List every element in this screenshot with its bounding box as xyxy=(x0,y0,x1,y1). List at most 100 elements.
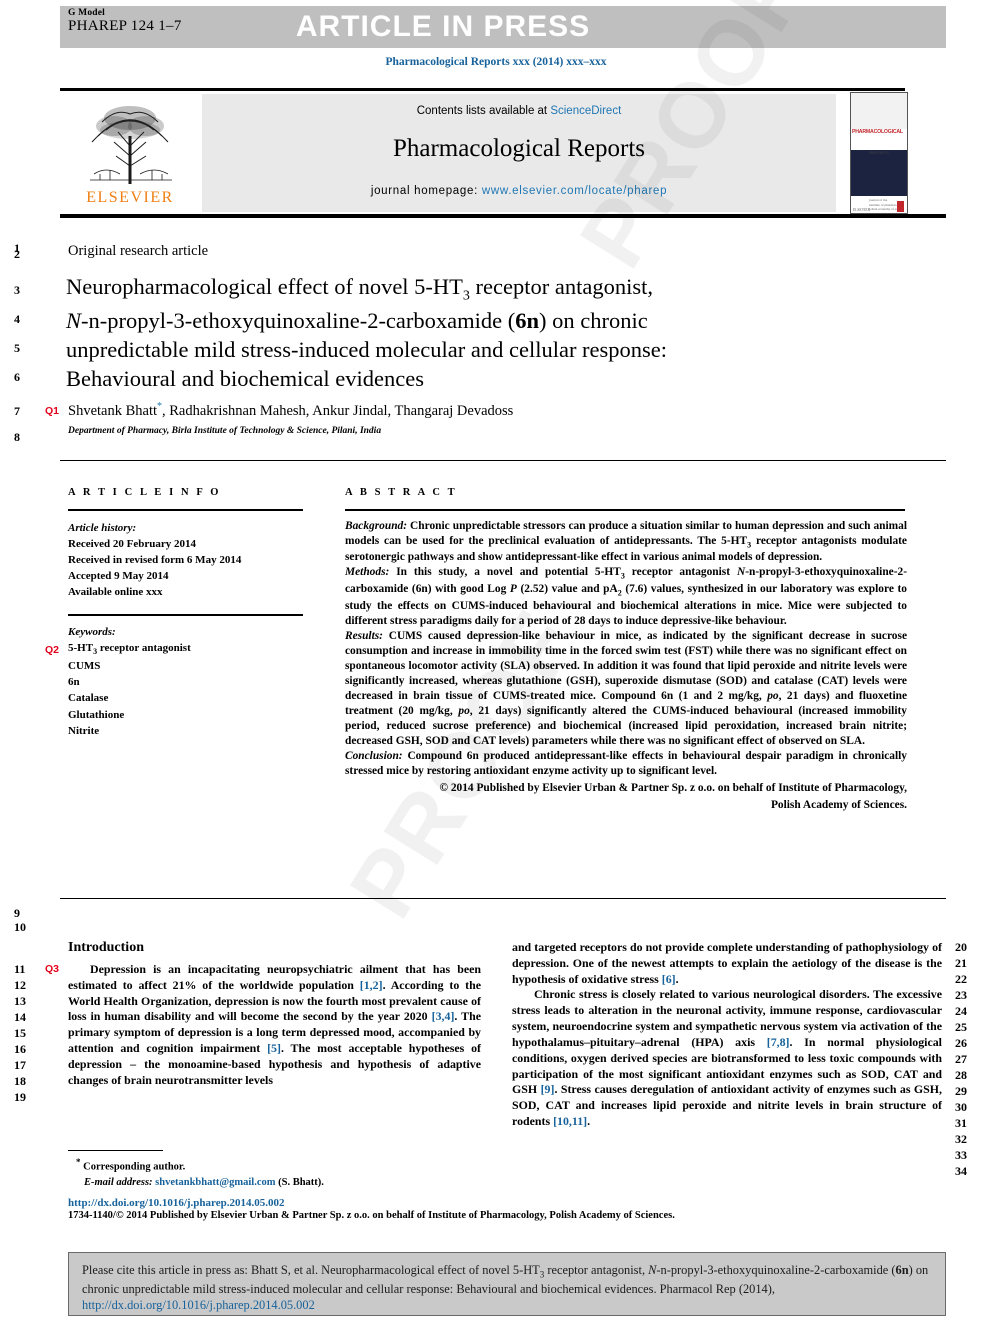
contents-prefix: Contents lists available at xyxy=(416,105,548,117)
line-number: 29 xyxy=(955,1084,967,1098)
cover-subtitle: REPORTS xyxy=(869,150,889,155)
running-head: Pharmacological Reports xxx (2014) xxx–x… xyxy=(385,56,607,68)
line-number: 22 xyxy=(955,972,967,986)
keywords-rule xyxy=(68,614,303,616)
line-number: 31 xyxy=(955,1116,967,1130)
history-online: Available online xxx xyxy=(68,586,163,599)
title-line-3: unpredictable mild stress-induced molecu… xyxy=(66,337,668,363)
history-revised: Received in revised form 6 May 2014 xyxy=(68,553,242,566)
contents-panel: Contents lists available at ScienceDirec… xyxy=(202,94,836,212)
article-type-label: Original research article xyxy=(68,243,209,259)
query-tag-q3[interactable]: Q3 xyxy=(45,963,59,975)
page-title: Neuropharmacological effect of novel 5-H… xyxy=(66,272,856,394)
abstract-background: Background: Chronic unpredictable stress… xyxy=(345,519,907,564)
history-received: Received 20 February 2014 xyxy=(68,537,196,550)
keyword-item: Catalase xyxy=(68,692,109,705)
article-in-press-text: ARTICLE IN PRESS xyxy=(295,10,591,43)
abstract-methods: Methods: In this study, a novel and pote… xyxy=(345,566,907,627)
keywords-list: Keywords: 5-HT3 receptor antagonist CUMS… xyxy=(68,624,318,739)
masthead-bottom-rule xyxy=(60,214,946,218)
title-line-1a: Neuropharmacological effect of novel 5-H… xyxy=(66,274,463,299)
author-email-link[interactable]: shvetankbhatt@gmail.com xyxy=(155,1177,275,1188)
keyword-item: CUMS xyxy=(68,660,101,673)
line-number: 7 xyxy=(14,404,20,418)
keyword-item: 6n xyxy=(68,676,80,689)
journal-masthead: ELSEVIER Contents lists available at Sci… xyxy=(60,88,946,218)
cover-bottom-band: ELSEVIER journal of the institute of phar… xyxy=(851,196,907,213)
title-line-1b: receptor antagonist, xyxy=(469,274,653,299)
title-compound-6n: 6n xyxy=(515,307,540,333)
line-number: 10 xyxy=(14,920,26,934)
sciencedirect-link[interactable]: ScienceDirect xyxy=(550,105,621,117)
footnote-block: * Corresponding author. E-mail address: … xyxy=(68,1150,488,1190)
line-number: 12 xyxy=(14,978,26,992)
cover-subtitle-band: REPORTS xyxy=(851,141,907,155)
abstract-background-label: Background: xyxy=(345,519,408,532)
line-number: 21 xyxy=(955,956,967,970)
line-number: 15 xyxy=(14,1026,26,1040)
line-number: 5 xyxy=(14,341,20,355)
line-number: 30 xyxy=(955,1100,967,1114)
corresponding-star: * xyxy=(76,1157,81,1167)
cite-this-article-box: Please cite this article in press as: Bh… xyxy=(68,1252,946,1316)
issn-copyright-line: 1734-1140/© 2014 Published by Elsevier U… xyxy=(68,1210,675,1221)
abstract-heading: A B S T R A C T xyxy=(345,487,458,498)
line-number: 27 xyxy=(955,1052,967,1066)
line-number: 13 xyxy=(14,994,26,1008)
line-number: 26 xyxy=(955,1036,967,1050)
line-number: 24 xyxy=(955,1004,967,1018)
keyword-item: Glutathione xyxy=(68,708,125,721)
abstract-rule xyxy=(345,509,905,511)
abstract-copyright-1: © 2014 Published by Elsevier Urban & Par… xyxy=(439,781,907,794)
cover-title-band: PHARMACOLOGICAL xyxy=(851,129,907,141)
abstract-methods-label: Methods: xyxy=(345,566,390,579)
abstract-bottom-rule xyxy=(60,898,946,899)
author-first: Shvetank Bhatt xyxy=(68,402,158,419)
cover-title: PHARMACOLOGICAL xyxy=(852,129,903,135)
line-number: 9 xyxy=(14,906,20,920)
elsevier-wordmark: ELSEVIER xyxy=(86,189,174,206)
line-number: 33 xyxy=(955,1148,967,1162)
query-tag-q2[interactable]: Q2 xyxy=(45,644,59,656)
section-heading-introduction: Introduction xyxy=(68,940,144,955)
title-italic-n: N xyxy=(66,307,82,333)
author-rest: , Radhakrishnan Mahesh, Ankur Jindal, Th… xyxy=(162,402,514,419)
line-number: 11 xyxy=(14,962,26,976)
citation-text: Please cite this article in press as: Bh… xyxy=(69,1253,945,1314)
intro-paragraph-right-2: Chronic stress is closely related to var… xyxy=(512,987,942,1129)
citation-mid1: receptor antagonist, xyxy=(544,1263,649,1277)
abstract-conclusion: Conclusion: Compound 6n produced antidep… xyxy=(345,749,908,777)
corresponding-text: Corresponding author. xyxy=(83,1161,186,1173)
keyword-item: 5-HT3 receptor antagonist xyxy=(68,642,191,657)
journal-title: Pharmacological Reports xyxy=(392,135,645,162)
elsevier-tree-icon xyxy=(90,106,172,184)
abstract-copyright-2: Polish Academy of Sciences. xyxy=(770,798,907,811)
line-number: 23 xyxy=(955,988,967,1002)
intro-paragraph-left: Depression is an incapacitating neuropsy… xyxy=(68,962,482,1087)
article-history: Article history: Received 20 February 20… xyxy=(68,520,318,601)
doi-link[interactable]: http://dx.doi.org/10.1016/j.pharep.2014.… xyxy=(68,1197,938,1209)
cover-logo-left: ELSEVIER xyxy=(853,208,870,212)
article-info-column: A R T I C L E I N F O Article history: R… xyxy=(68,487,318,739)
line-number: 19 xyxy=(14,1090,26,1104)
email-label: E-mail address: xyxy=(84,1176,153,1188)
query-tag-q1[interactable]: Q1 xyxy=(45,405,59,417)
keywords-label: Keywords: xyxy=(68,625,116,638)
footnote-rule xyxy=(68,1150,163,1151)
journal-homepage-link[interactable]: www.elsevier.com/locate/pharep xyxy=(482,185,667,197)
title-line-2a: -n-propyl-3-ethoxyquinoxaline-2-carboxam… xyxy=(81,307,516,333)
affiliation: Department of Pharmacy, Birla Institute … xyxy=(68,426,382,436)
line-number: 18 xyxy=(14,1074,26,1088)
cover-top-band xyxy=(851,93,907,129)
email-suffix: (S. Bhatt). xyxy=(278,1176,324,1188)
history-accepted: Accepted 9 May 2014 xyxy=(68,570,169,583)
abstract-results-label: Results: xyxy=(345,629,383,642)
line-number: 25 xyxy=(955,1020,967,1034)
line-number: 20 xyxy=(955,940,967,954)
email-note: E-mail address: shvetankbhatt@gmail.com … xyxy=(68,1175,488,1190)
citation-compound: 6n xyxy=(895,1263,909,1277)
citation-prefix: Please cite this article in press as: Bh… xyxy=(82,1263,540,1277)
corresponding-author-note: * Corresponding author. xyxy=(68,1156,488,1175)
citation-doi-link[interactable]: http://dx.doi.org/10.1016/j.pharep.2014.… xyxy=(82,1298,315,1312)
citation-mid2: -n-propyl-3-ethoxyquinoxaline-2-carboxam… xyxy=(656,1263,896,1277)
